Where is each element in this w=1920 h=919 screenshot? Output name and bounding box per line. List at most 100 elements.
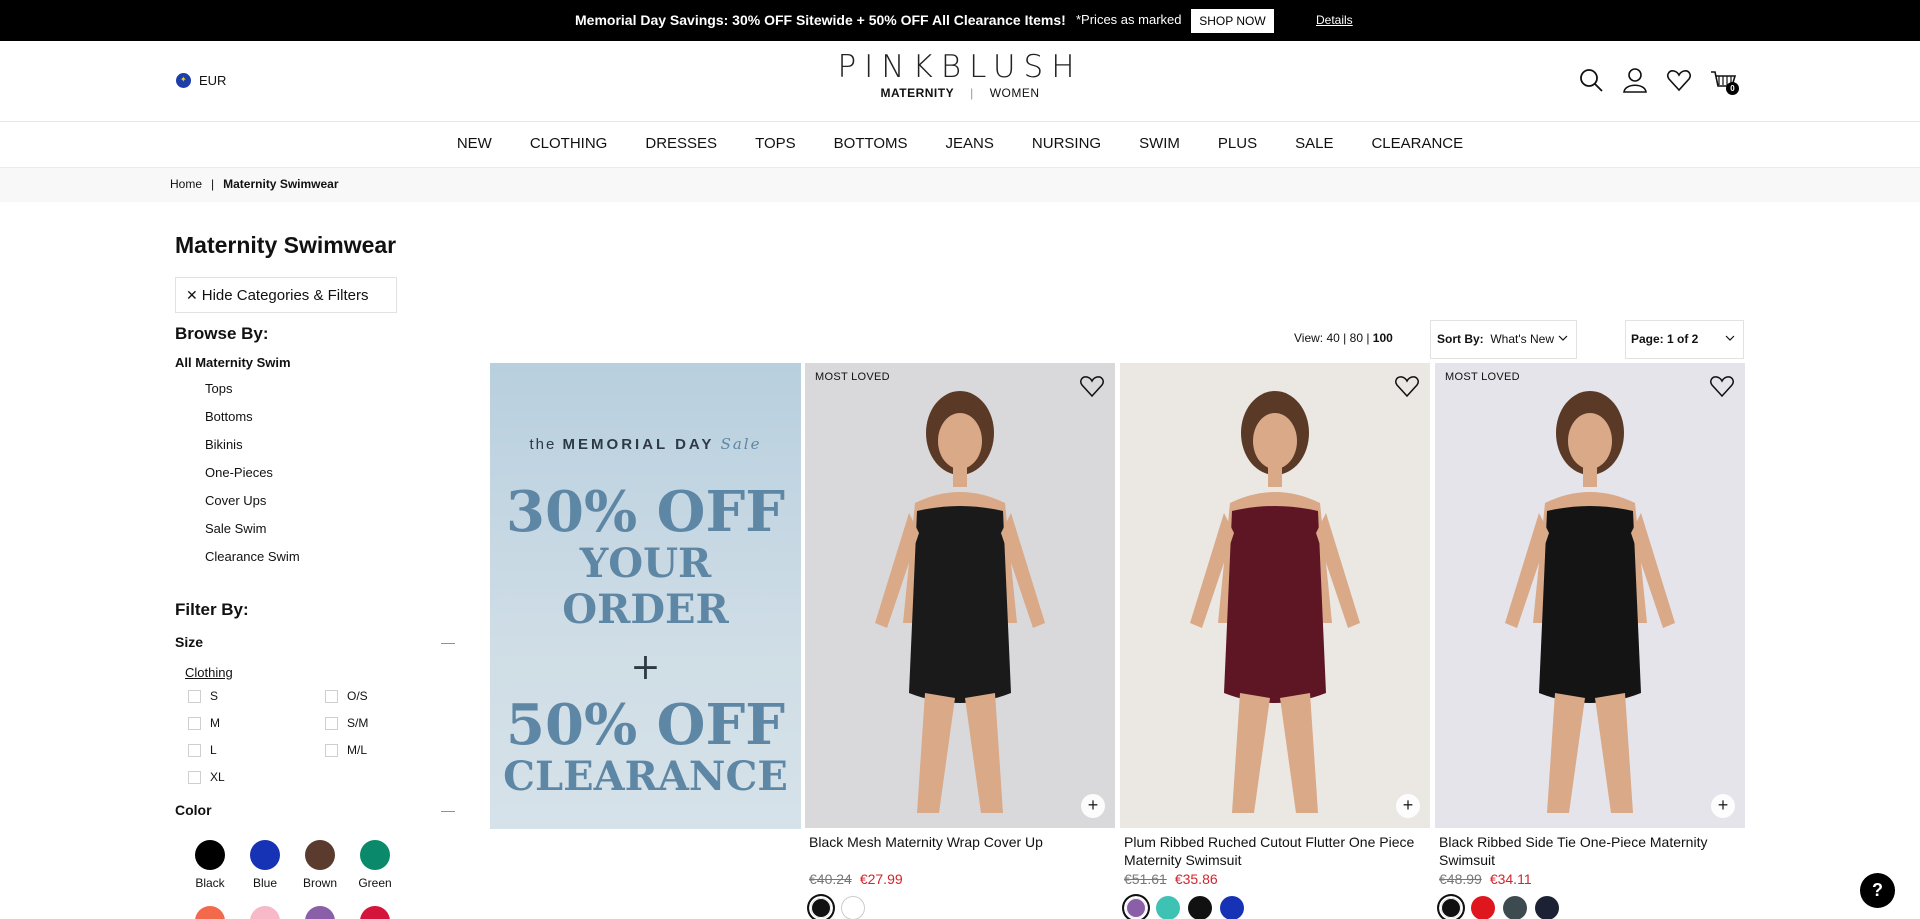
product-color-swatch[interactable] (1220, 896, 1244, 919)
product-image[interactable]: + (1120, 363, 1430, 828)
hide-filters-button[interactable]: ✕ Hide Categories & Filters (175, 277, 397, 313)
size-option-o-s[interactable]: O/S (325, 689, 368, 703)
model-figure (875, 391, 1045, 813)
nav-item-clothing[interactable]: CLOTHING (511, 122, 627, 167)
color-swatch-brown[interactable]: Brown (290, 840, 350, 890)
women-link[interactable]: WOMEN (990, 86, 1040, 100)
wishlist-heart-icon[interactable] (1394, 373, 1420, 399)
product-color-swatch[interactable] (1188, 896, 1212, 919)
product-color-swatch[interactable] (1123, 895, 1149, 919)
quick-add-icon[interactable]: + (1081, 794, 1105, 818)
maternity-link[interactable]: MATERNITY (880, 86, 954, 100)
nav-item-swim[interactable]: SWIM (1120, 122, 1199, 167)
color-swatch[interactable] (235, 906, 295, 919)
product-color-swatch[interactable] (808, 895, 834, 919)
size-group-clothing[interactable]: Clothing (185, 665, 233, 680)
product-swatches (808, 895, 1115, 919)
memorial-day-sale-banner[interactable]: the MEMORIAL DAY Sale 30% OFF YOUR ORDER… (490, 363, 801, 829)
browse-item-bikinis[interactable]: Bikinis (205, 436, 300, 464)
checkbox[interactable] (188, 743, 201, 757)
browse-all-link[interactable]: All Maternity Swim (175, 355, 291, 370)
currency-selector[interactable]: EUR (176, 73, 226, 88)
product-card[interactable]: MOST LOVED + Black Mesh Maternity Wrap C… (805, 363, 1115, 919)
color-swatch-blue[interactable]: Blue (235, 840, 295, 890)
browse-item-sale-swim[interactable]: Sale Swim (205, 520, 300, 548)
browse-item-clearance-swim[interactable]: Clearance Swim (205, 548, 300, 576)
nav-item-clearance[interactable]: CLEARANCE (1352, 122, 1482, 167)
product-name[interactable]: Plum Ribbed Ruched Cutout Flutter One Pi… (1124, 833, 1424, 869)
color-swatch-black[interactable]: Black (180, 840, 240, 890)
quick-add-icon[interactable]: + (1711, 794, 1735, 818)
cart-icon[interactable]: 0 (1710, 67, 1739, 95)
size-option-xl[interactable]: XL (188, 770, 225, 784)
checkbox[interactable] (188, 770, 201, 784)
nav-item-jeans[interactable]: JEANS (927, 122, 1013, 167)
product-card[interactable]: + Plum Ribbed Ruched Cutout Flutter One … (1120, 363, 1430, 919)
size-option-l[interactable]: L (188, 743, 217, 757)
color-swatch-green[interactable]: Green (345, 840, 405, 890)
product-name[interactable]: Black Ribbed Side Tie One-Piece Maternit… (1439, 833, 1739, 869)
nav-item-sale[interactable]: SALE (1276, 122, 1352, 167)
search-icon[interactable] (1578, 67, 1604, 93)
product-image[interactable]: MOST LOVED + (1435, 363, 1745, 828)
color-filter-heading: Color (175, 802, 212, 818)
sale-price: €27.99 (859, 871, 903, 887)
product-color-swatch[interactable] (1156, 896, 1180, 919)
size-option-m-l[interactable]: M/L (325, 743, 367, 757)
product-name[interactable]: Black Mesh Maternity Wrap Cover Up (809, 833, 1109, 869)
product-image[interactable]: MOST LOVED + (805, 363, 1115, 828)
product-color-swatch[interactable] (1438, 895, 1464, 919)
wishlist-heart-icon[interactable] (1666, 67, 1692, 93)
nav-item-bottoms[interactable]: BOTTOMS (815, 122, 927, 167)
color-swatch[interactable] (180, 906, 240, 919)
size-filter-heading: Size (175, 634, 204, 650)
currency-label: EUR (199, 73, 227, 88)
wishlist-heart-icon[interactable] (1079, 373, 1105, 399)
browse-item-cover-ups[interactable]: Cover Ups (205, 492, 300, 520)
banner-line-4: CLEARANCE (503, 753, 788, 800)
view-80-option[interactable]: 80 (1350, 331, 1363, 345)
size-option-s-m[interactable]: S/M (325, 716, 368, 730)
nav-item-new[interactable]: NEW (438, 122, 511, 167)
nav-item-tops[interactable]: TOPS (736, 122, 815, 167)
size-option-m[interactable]: M (188, 716, 220, 730)
nav-item-plus[interactable]: PLUS (1199, 122, 1276, 167)
size-option-label: M/L (347, 743, 368, 757)
wishlist-heart-icon[interactable] (1709, 373, 1735, 399)
size-filter-toggle[interactable]: Size — (175, 634, 455, 650)
product-color-swatch[interactable] (1471, 896, 1495, 919)
color-swatch[interactable] (290, 906, 350, 919)
checkbox[interactable] (188, 689, 201, 703)
quick-add-icon[interactable]: + (1396, 794, 1420, 818)
product-card[interactable]: MOST LOVED + Black Ribbed Side Tie One-P… (1435, 363, 1745, 919)
banner-line-3: 50% OFF (506, 692, 785, 758)
help-button[interactable]: ? (1860, 873, 1895, 908)
nav-item-dresses[interactable]: DRESSES (626, 122, 736, 167)
promo-details-link[interactable]: Details (1316, 13, 1353, 27)
view-40-option[interactable]: 40 (1326, 331, 1339, 345)
size-option-s[interactable]: S (188, 689, 218, 703)
original-price: €51.61 (1124, 871, 1167, 887)
color-swatch[interactable] (345, 906, 405, 919)
site-logo[interactable]: PINKBLUSH MATERNITY | WOMEN (820, 49, 1100, 100)
sort-dropdown[interactable]: Sort By: What's New (1430, 320, 1577, 359)
checkbox[interactable] (325, 689, 338, 703)
product-color-swatch[interactable] (1503, 896, 1527, 919)
account-icon[interactable] (1622, 67, 1648, 93)
browse-item-bottoms[interactable]: Bottoms (205, 408, 300, 436)
product-color-swatch[interactable] (841, 896, 865, 919)
checkbox[interactable] (188, 716, 201, 730)
view-100-option[interactable]: 100 (1373, 331, 1393, 345)
cart-count-badge: 0 (1726, 82, 1739, 95)
checkbox[interactable] (325, 743, 338, 757)
browse-item-tops[interactable]: Tops (205, 380, 300, 408)
breadcrumb-home[interactable]: Home (170, 177, 202, 191)
product-color-swatch[interactable] (1535, 896, 1559, 919)
color-filter-toggle[interactable]: Color — (175, 802, 455, 818)
page-dropdown[interactable]: Page: 1 of 2 (1625, 320, 1744, 359)
checkbox[interactable] (325, 716, 338, 730)
shop-now-button[interactable]: SHOP NOW (1191, 9, 1274, 33)
browse-item-one-pieces[interactable]: One-Pieces (205, 464, 300, 492)
promo-headline: Memorial Day Savings: 30% OFF Sitewide +… (575, 12, 1066, 28)
nav-item-nursing[interactable]: NURSING (1013, 122, 1120, 167)
